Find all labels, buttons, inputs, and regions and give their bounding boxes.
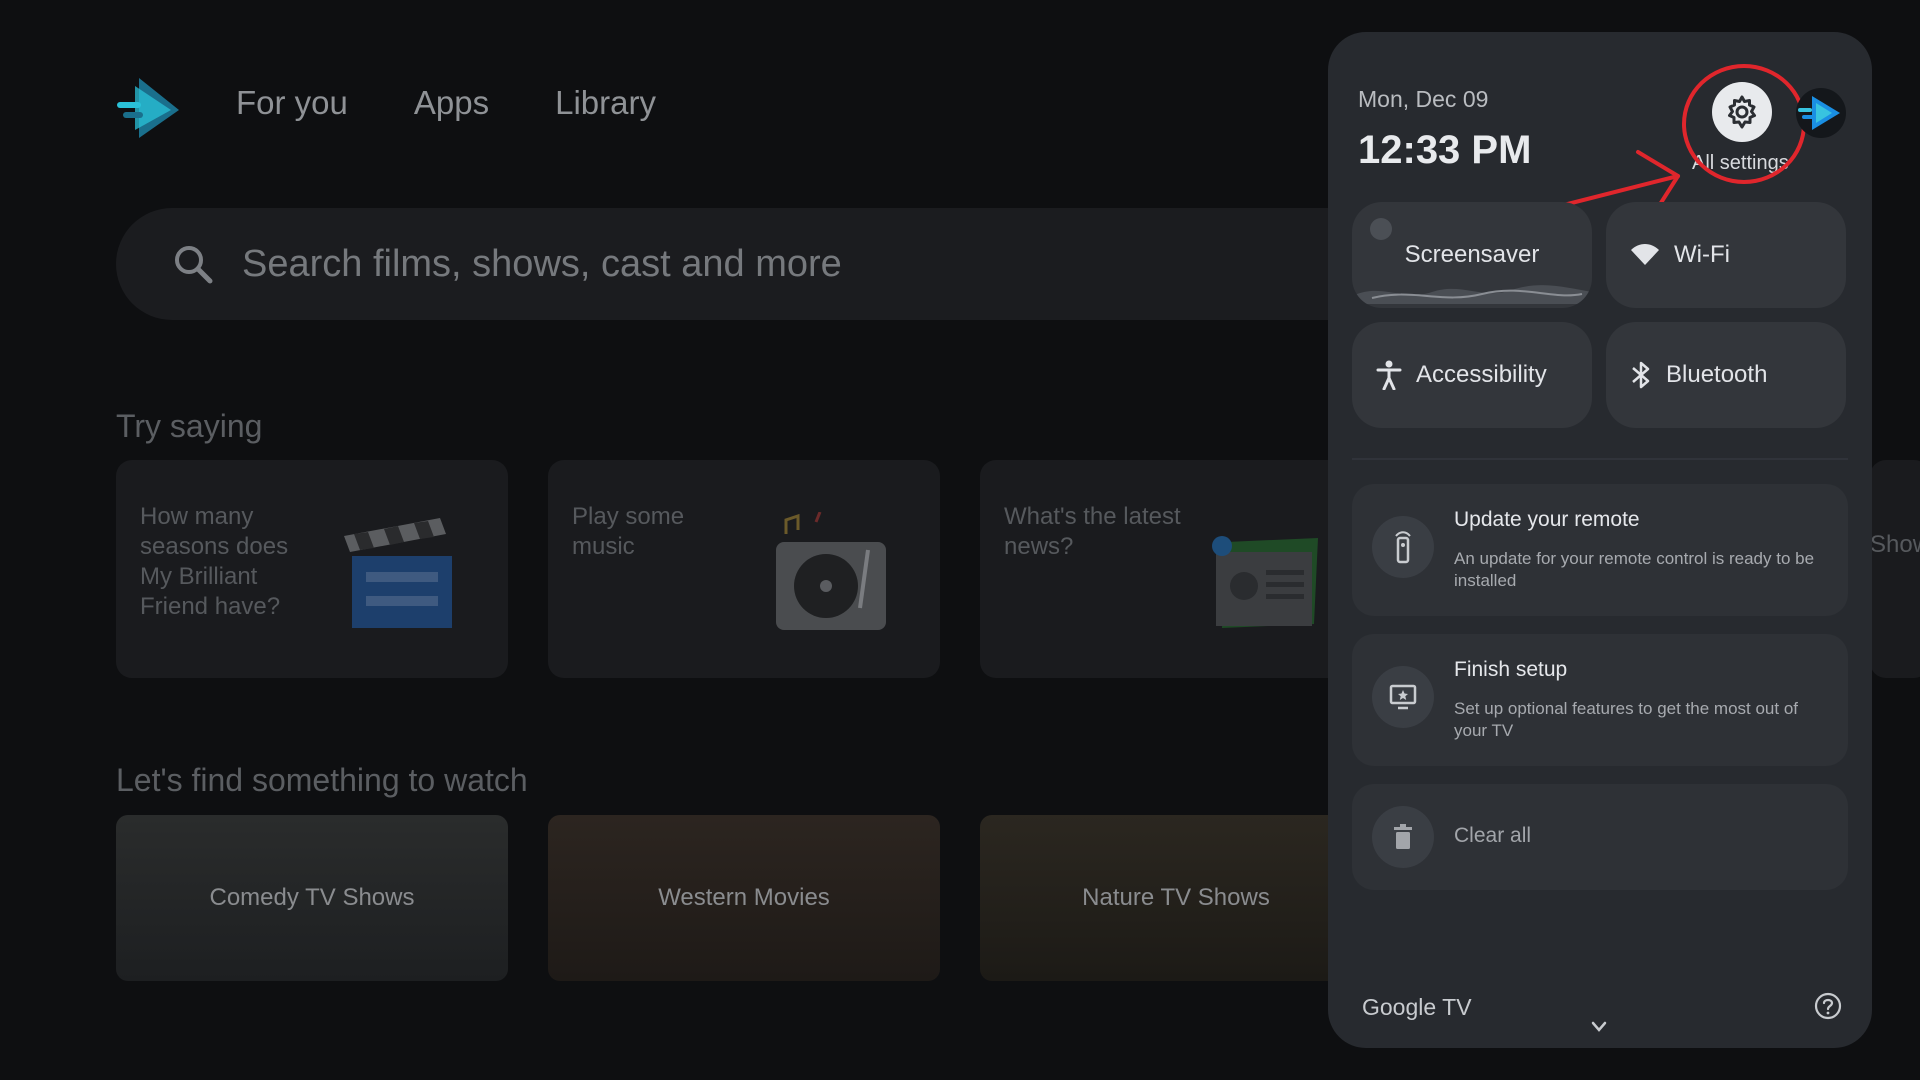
suggestion-tile[interactable]: Play some music	[548, 460, 940, 678]
tab-for-you[interactable]: For you	[236, 84, 348, 122]
wifi-icon	[1631, 244, 1659, 265]
help-icon[interactable]	[1814, 992, 1842, 1020]
trash-icon	[1372, 806, 1434, 868]
google-tv-brand: Google TV	[1362, 994, 1472, 1020]
tab-library[interactable]: Library	[555, 84, 656, 122]
accessibility-icon	[1376, 360, 1402, 390]
panel-divider	[1352, 458, 1848, 460]
tab-apps[interactable]: Apps	[414, 84, 489, 122]
category-row: Comedy TV Shows Western Movies Nature TV…	[116, 815, 1372, 981]
category-card[interactable]: Western Movies	[548, 815, 940, 981]
newspaper-icon	[1212, 536, 1318, 628]
screensaver-wave	[1352, 285, 1592, 304]
suggestion-row: How many seasons does My Brilliant Frien…	[116, 460, 1372, 678]
profile-avatar[interactable]	[1796, 88, 1846, 138]
category-label: Western Movies	[658, 884, 830, 911]
screensaver-label: Screensaver	[1404, 241, 1540, 268]
suggestion-text: Play some music	[572, 503, 685, 560]
category-label: Nature TV Shows	[1082, 884, 1270, 911]
notification-desc: An update for your remote control is rea…	[1454, 549, 1815, 590]
main-nav: For you Apps Library	[236, 84, 656, 122]
clear-all-label: Clear all	[1454, 824, 1532, 847]
suggestion-tile[interactable]: How many seasons does My Brilliant Frien…	[116, 460, 508, 678]
find-something-heading: Let's find something to watch	[116, 762, 528, 798]
remote-icon	[1372, 516, 1434, 578]
wifi-label: Wi-Fi	[1674, 241, 1730, 268]
screensaver-indicator	[1370, 218, 1392, 240]
tv-star-icon	[1372, 666, 1434, 728]
try-saying-heading: Try saying	[116, 408, 263, 444]
accessibility-label: Accessibility	[1416, 361, 1547, 388]
search-icon	[175, 246, 213, 284]
quick-settings-panel: Mon, Dec 09 12:33 PM All settings Screen…	[1328, 32, 1872, 1048]
panel-time: 12:33 PM	[1358, 128, 1532, 172]
accessibility-toggle[interactable]: Accessibility	[1352, 322, 1592, 428]
google-tv-logo	[117, 78, 179, 138]
search-bar[interactable]: Search films, shows, cast and more	[116, 208, 1516, 320]
clapperboard-icon	[344, 518, 452, 628]
notification-desc: Set up optional features to get the most…	[1454, 699, 1799, 740]
suggestion-tile[interactable]: What's the latest news?	[980, 460, 1372, 678]
notification-update-remote[interactable]: Update your remote An update for your re…	[1352, 484, 1848, 616]
category-card[interactable]: Nature TV Shows	[980, 815, 1372, 981]
suggestion-tile[interactable]: Show free	[1870, 460, 1920, 678]
bluetooth-label: Bluetooth	[1666, 361, 1768, 388]
suggestion-text: What's the latest news?	[1004, 503, 1181, 560]
record-player-icon	[776, 512, 886, 630]
wifi-toggle[interactable]: Wi-Fi	[1606, 202, 1846, 308]
bluetooth-toggle[interactable]: Bluetooth	[1606, 322, 1846, 428]
bluetooth-icon	[1632, 361, 1650, 389]
notification-finish-setup[interactable]: Finish setup Set up optional features to…	[1352, 634, 1848, 766]
notification-title: Update your remote	[1454, 508, 1640, 531]
suggestion-text: How many seasons does My Brilliant Frien…	[140, 503, 289, 620]
panel-date: Mon, Dec 09	[1358, 86, 1489, 112]
screensaver-toggle[interactable]: Screensaver	[1352, 202, 1592, 308]
notification-title: Finish setup	[1454, 658, 1568, 681]
clear-all-button[interactable]: Clear all	[1352, 784, 1848, 890]
category-label: Comedy TV Shows	[209, 884, 415, 911]
annotation-circle	[1682, 64, 1806, 184]
search-placeholder: Search films, shows, cast and more	[242, 242, 842, 285]
chevron-down-icon[interactable]	[1590, 1020, 1608, 1034]
suggestion-text: Show free	[1870, 531, 1920, 558]
category-card[interactable]: Comedy TV Shows	[116, 815, 508, 981]
